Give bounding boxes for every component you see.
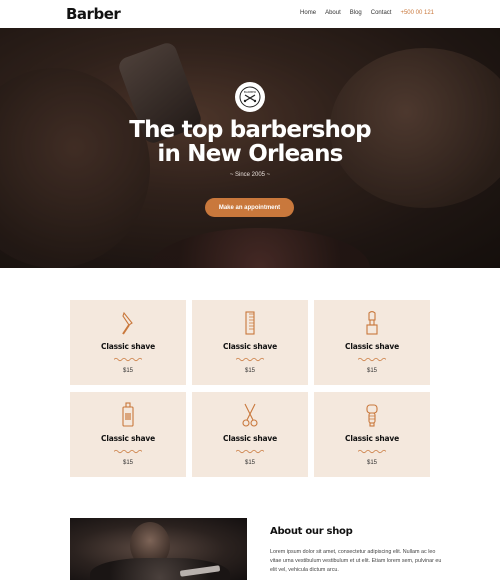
comb-icon	[245, 311, 255, 335]
hero-since: ~ Since 2005 ~	[229, 172, 271, 178]
service-card[interactable]: Classic shave $15	[192, 392, 308, 477]
main-nav: Home About Blog Contact +500 00 121	[300, 10, 434, 16]
service-card[interactable]: Classic shave $15	[192, 300, 308, 385]
service-name: Classic shave	[101, 342, 155, 351]
scissors-icon	[242, 403, 258, 427]
shaving-brush-icon	[366, 310, 378, 335]
about-title: About our shop	[270, 526, 353, 537]
nav-blog[interactable]: Blog	[350, 10, 362, 16]
service-card[interactable]: Classic shave $15	[314, 392, 430, 477]
wave-divider	[114, 357, 142, 362]
service-name: Classic shave	[223, 342, 277, 351]
nav-contact[interactable]: Contact	[371, 10, 392, 16]
wave-divider	[236, 449, 264, 454]
service-card[interactable]: Classic shave $15	[314, 300, 430, 385]
razor-blade-icon	[366, 404, 378, 427]
hero-title-line1: The top barbershop	[129, 117, 371, 143]
svg-text:BARBER: BARBER	[244, 90, 256, 94]
hero-title: The top barbershop in New Orleans	[0, 118, 500, 166]
bottle-icon	[122, 402, 134, 427]
service-price: $15	[122, 460, 133, 466]
nav-about[interactable]: About	[325, 10, 341, 16]
site-header: Barber Home About Blog Contact +500 00 1…	[0, 0, 500, 28]
wave-divider	[358, 357, 386, 362]
about-text: Lorem ipsum dolor sit amet, consectetur …	[270, 549, 442, 573]
service-card[interactable]: Classic shave $15	[70, 300, 186, 385]
wave-divider	[114, 449, 142, 454]
service-price: $15	[244, 460, 255, 466]
razor-icon	[122, 311, 133, 335]
service-name: Classic shave	[101, 434, 155, 443]
service-price: $15	[366, 460, 377, 466]
wave-divider	[236, 357, 264, 362]
make-appointment-button[interactable]: Make an appointment	[205, 198, 294, 217]
site-logo[interactable]: Barber	[66, 5, 121, 23]
hero-title-line2: in New Orleans	[157, 141, 343, 167]
service-name: Classic shave	[345, 342, 399, 351]
service-card[interactable]: Classic shave $15	[70, 392, 186, 477]
nav-phone[interactable]: +500 00 121	[400, 10, 434, 16]
service-name: Classic shave	[345, 434, 399, 443]
about-photo	[70, 518, 247, 580]
wave-divider	[358, 449, 386, 454]
service-price: $15	[366, 368, 377, 374]
nav-home[interactable]: Home	[300, 10, 316, 16]
service-price: $15	[122, 368, 133, 374]
barber-badge-icon: BARBER	[235, 82, 265, 112]
service-name: Classic shave	[223, 434, 277, 443]
service-price: $15	[244, 368, 255, 374]
